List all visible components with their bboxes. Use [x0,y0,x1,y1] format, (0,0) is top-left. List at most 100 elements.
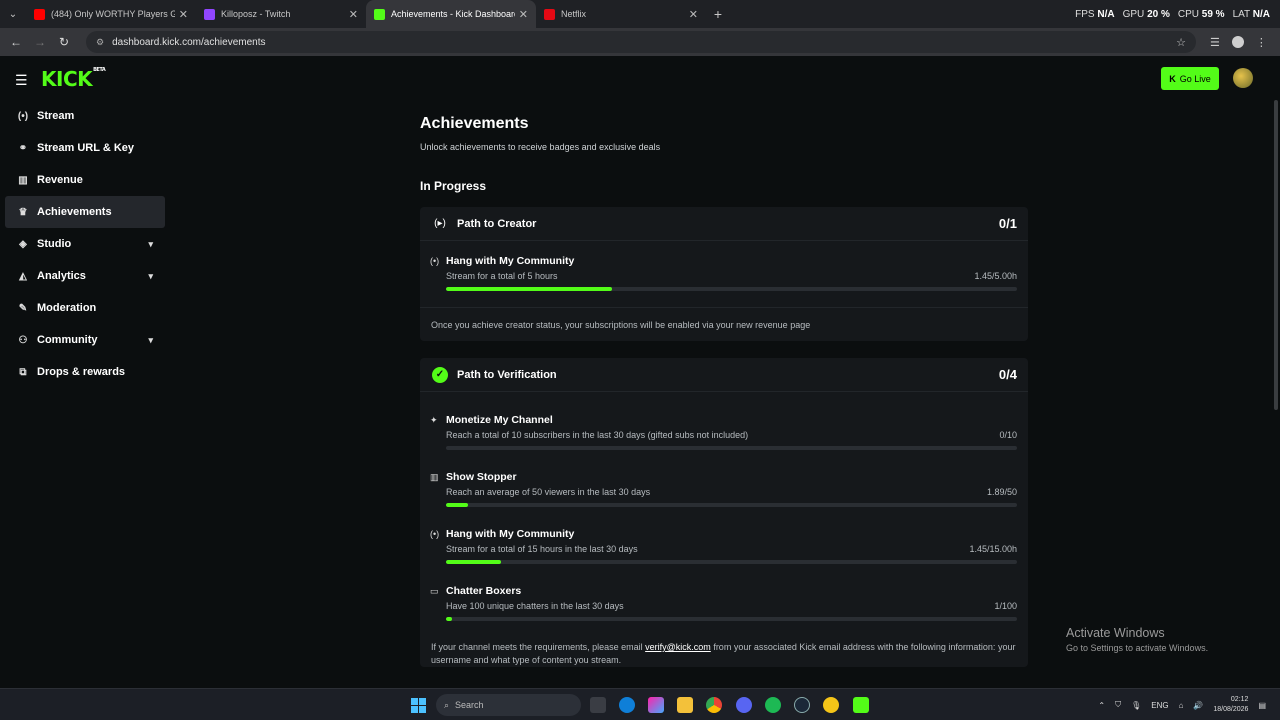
network-icon[interactable]: ⌂ [1179,701,1184,710]
tab-favicon-icon [374,8,385,20]
chevron-up-icon[interactable]: ⌃ [1098,701,1105,710]
volume-icon[interactable]: 🔊 [1193,701,1203,710]
link-icon: ⚭ [18,142,28,154]
url-field[interactable]: ⚙ dashboard.kick.com/achievements ☆ [86,31,1196,53]
tab-close-icon[interactable]: ✕ [179,8,188,21]
back-arrow-icon[interactable]: ← [4,35,28,49]
sidebar-item-community[interactable]: ⚇ Community ▾ [5,324,165,356]
activate-subtitle: Go to Settings to activate Windows. [1066,643,1209,653]
system-tray: ⌃ ⛉ 🎙 ENG ⌂ 🔊 02:12 18/08/2026 ▤ [1098,695,1266,715]
activate-title: Activate Windows [1066,626,1165,640]
language-indicator[interactable]: ENG [1151,701,1168,710]
sidebar-item-achievements[interactable]: ♛ Achievements [5,196,165,228]
browser-menu-icon[interactable]: ⋮ [1256,36,1267,49]
chart-icon: ▥ [18,174,28,186]
page-subtitle: Unlock achievements to receive badges an… [420,142,661,152]
sidebar-item-revenue[interactable]: ▥ Revenue [5,164,165,196]
hamburger-menu-icon[interactable]: ☰ [15,72,28,89]
achievements-main: Achievements Unlock achievements to rece… [420,100,1028,667]
taskbar-clock[interactable]: 02:12 18/08/2026 [1213,695,1248,715]
microphone-icon[interactable]: 🎙 [1131,701,1141,710]
tab-favicon-icon [204,8,215,20]
card-header: ✓ Path to Verification 0/4 [420,358,1028,392]
progress-bar [446,503,1017,507]
search-placeholder: Search [455,700,484,710]
progress-bar [446,560,1017,564]
file-explorer-icon[interactable] [677,697,693,713]
task-view-icon[interactable] [590,697,606,713]
achievement-name: Monetize My Channel [446,414,553,426]
achievement-value: 1/100 [994,601,1017,611]
tab-search-icon[interactable]: ⌄ [0,0,26,28]
sidebar-item-drops-rewards[interactable]: ⧉ Drops & rewards [5,356,165,388]
edge-icon[interactable] [619,697,635,713]
chevron-down-icon[interactable]: ▾ [148,271,153,282]
sidebar-item-moderation[interactable]: ✎ Moderation [5,292,165,324]
browser-tab-bar: ⌄ (484) Only WORTHY Players Ge ✕ Killoposz… [0,0,1280,28]
sidebar-item-analytics[interactable]: ◭ Analytics ▾ [5,260,165,292]
card-title: Path to Verification [457,368,557,381]
achievement-name: Hang with My Community [446,255,575,267]
path-to-creator-card: (▸) Path to Creator 0/1 (•) Hang with My … [420,207,1028,341]
browser-tab[interactable]: Netflix ✕ [536,0,706,28]
sidebar-item-label: Stream [37,110,75,122]
chevron-down-icon[interactable]: ▾ [148,239,153,250]
bookmark-star-icon[interactable]: ☆ [1176,36,1186,49]
reload-icon[interactable]: ↻ [52,35,76,49]
clock-date: 18/08/2026 [1213,706,1249,713]
go-live-button[interactable]: K Go Live [1161,67,1219,90]
verify-email-link[interactable]: verify@kick.com [645,642,711,652]
chrome-icon[interactable] [706,697,722,713]
broadcast-icon: (•) [430,256,440,266]
achievement-desc: Stream for a total of 15 hours in the la… [446,544,638,554]
security-icon[interactable]: ⛉ [1115,700,1121,710]
sidebar-item-stream-url-key[interactable]: ⚭ Stream URL & Key [5,132,165,164]
discord-icon[interactable] [736,697,752,713]
tab-favicon-icon [34,8,45,20]
taskbar-search[interactable]: ⌕ Search [436,694,581,716]
page-scrollbar[interactable] [1274,100,1278,410]
windows-start-icon[interactable] [411,698,426,713]
progress-fill [446,617,452,621]
copilot-icon[interactable] [648,697,664,713]
achievement-value: 1.45/15.00h [969,544,1017,554]
tab-title: Killoposz - Twitch [221,9,291,19]
site-info-icon[interactable]: ⚙ [96,37,104,48]
progress-bar [446,287,1017,291]
achievement-desc: Reach an average of 50 viewers in the la… [446,487,651,497]
achievement-desc: Reach a total of 10 subscribers in the l… [446,430,749,440]
broadcast-icon: (▸) [434,218,446,229]
tab-close-icon[interactable]: ✕ [689,8,698,21]
gift-icon: ⧉ [19,366,27,378]
notifications-icon[interactable]: ▤ [1258,701,1266,710]
tab-close-icon[interactable]: ✕ [519,8,528,21]
forward-arrow-icon[interactable]: → [28,35,52,49]
browser-tab[interactable]: Achievements - Kick Dashboard ✕ [366,0,536,28]
kick-logo[interactable]: KICKBETA [41,67,106,91]
browser-tab[interactable]: Killoposz - Twitch ✕ [196,0,366,28]
reading-list-icon[interactable]: ☰ [1210,36,1220,49]
chevron-down-icon[interactable]: ▾ [148,335,153,346]
sidebar-item-studio[interactable]: ◈ Studio ▾ [5,228,165,260]
progress-fill [446,560,502,564]
tab-favicon-icon [544,8,555,20]
app-icon[interactable] [823,697,839,713]
tab-title: Achievements - Kick Dashboard [391,9,515,19]
analytics-icon: ◭ [19,270,27,282]
address-bar-row: ← → ↻ ⚙ dashboard.kick.com/achievements … [0,28,1280,56]
kick-app-icon[interactable] [853,697,869,713]
browser-tab[interactable]: (484) Only WORTHY Players Ge ✕ [26,0,196,28]
steam-icon[interactable] [794,697,810,713]
profile-icon[interactable] [1231,36,1244,48]
achievement-item: ▥ Show Stopper Reach an average of 50 view… [420,471,1028,507]
sidebar-item-label: Stream URL & Key [37,142,134,154]
spotify-icon[interactable] [765,697,781,713]
search-icon: ⌕ [444,699,450,710]
tab-close-icon[interactable]: ✕ [349,8,358,21]
new-tab-button[interactable]: + [706,0,730,28]
sidebar-item-label: Drops & rewards [37,366,126,378]
sidebar-item-stream[interactable]: (•) Stream [5,100,165,132]
path-to-verification-card: ✓ Path to Verification 0/4 ✦ Monetize My … [420,358,1028,667]
user-avatar[interactable] [1233,68,1253,88]
go-live-label: Go Live [1179,73,1211,84]
